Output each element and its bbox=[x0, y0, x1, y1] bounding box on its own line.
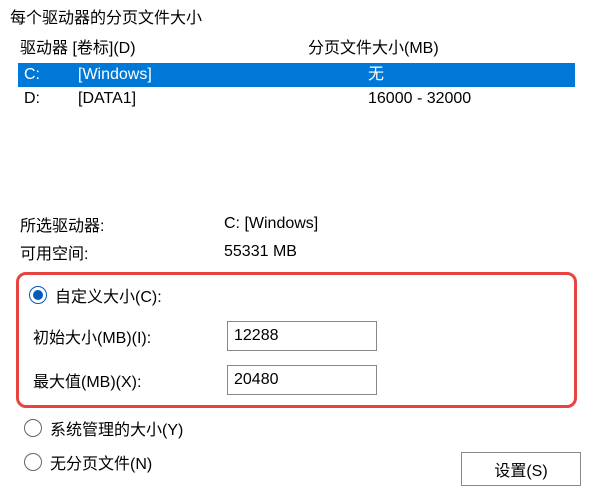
drive-volume-label: [DATA1] bbox=[78, 87, 306, 111]
drive-volume-label: [Windows] bbox=[78, 63, 306, 87]
set-button[interactable]: 设置(S) bbox=[461, 452, 581, 486]
drive-row[interactable]: C: [Windows] 无 bbox=[18, 63, 575, 87]
drive-pagefile-size: 16000 - 32000 bbox=[306, 87, 571, 111]
column-pagefile-size: 分页文件大小(MB) bbox=[308, 34, 573, 58]
radio-system-managed-label: 系统管理的大小(Y) bbox=[50, 416, 183, 440]
max-size-label: 最大值(MB)(X): bbox=[29, 368, 227, 392]
selected-drive-label: 所选驱动器: bbox=[20, 212, 224, 236]
initial-size-label: 初始大小(MB)(I): bbox=[29, 324, 227, 348]
drive-pagefile-size: 无 bbox=[306, 63, 571, 87]
drive-letter: D: bbox=[22, 87, 78, 111]
drive-letter: C: bbox=[22, 63, 78, 87]
radio-icon bbox=[24, 453, 42, 471]
section-title: 每个驱动器的分页文件大小 bbox=[10, 4, 585, 28]
free-space-label: 可用空间: bbox=[20, 240, 224, 264]
column-drive-label: 驱动器 [卷标](D) bbox=[20, 34, 308, 58]
selected-drive-value: C: [Windows] bbox=[224, 215, 573, 233]
radio-custom-label: 自定义大小(C): bbox=[55, 283, 162, 307]
custom-size-group: 自定义大小(C): 初始大小(MB)(I): 最大值(MB)(X): bbox=[16, 272, 577, 408]
drive-list-header: 驱动器 [卷标](D) 分页文件大小(MB) bbox=[8, 32, 585, 62]
free-space-value: 55331 MB bbox=[224, 243, 573, 261]
radio-icon bbox=[24, 419, 42, 437]
virtual-memory-panel: 每个驱动器的分页文件大小 驱动器 [卷标](D) 分页文件大小(MB) C: [… bbox=[0, 0, 593, 500]
radio-no-pagefile-label: 无分页文件(N) bbox=[50, 450, 152, 474]
drive-list[interactable]: C: [Windows] 无 D: [DATA1] 16000 - 32000 bbox=[18, 62, 575, 192]
drive-info: 所选驱动器: C: [Windows] 可用空间: 55331 MB bbox=[20, 210, 573, 266]
radio-system-managed[interactable]: 系统管理的大小(Y) bbox=[24, 416, 573, 440]
max-size-input[interactable] bbox=[227, 365, 377, 395]
radio-icon bbox=[29, 286, 47, 304]
initial-size-input[interactable] bbox=[227, 321, 377, 351]
radio-custom-size[interactable]: 自定义大小(C): bbox=[29, 283, 564, 307]
drive-row[interactable]: D: [DATA1] 16000 - 32000 bbox=[18, 87, 575, 111]
